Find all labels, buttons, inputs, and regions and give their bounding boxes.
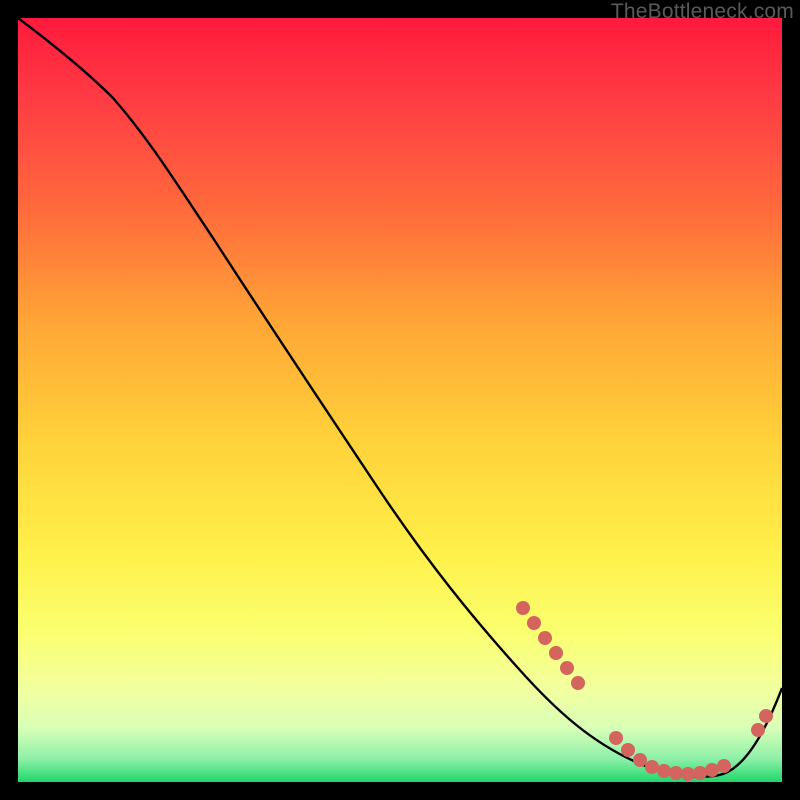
plot-area [18,18,782,782]
watermark-text: TheBottleneck.com [611,0,794,24]
chart-svg [18,18,782,782]
marker-cluster-valley [609,731,731,781]
chart-frame: TheBottleneck.com [0,0,800,800]
marker-cluster-ascent [751,709,773,737]
series-curve [18,18,782,777]
